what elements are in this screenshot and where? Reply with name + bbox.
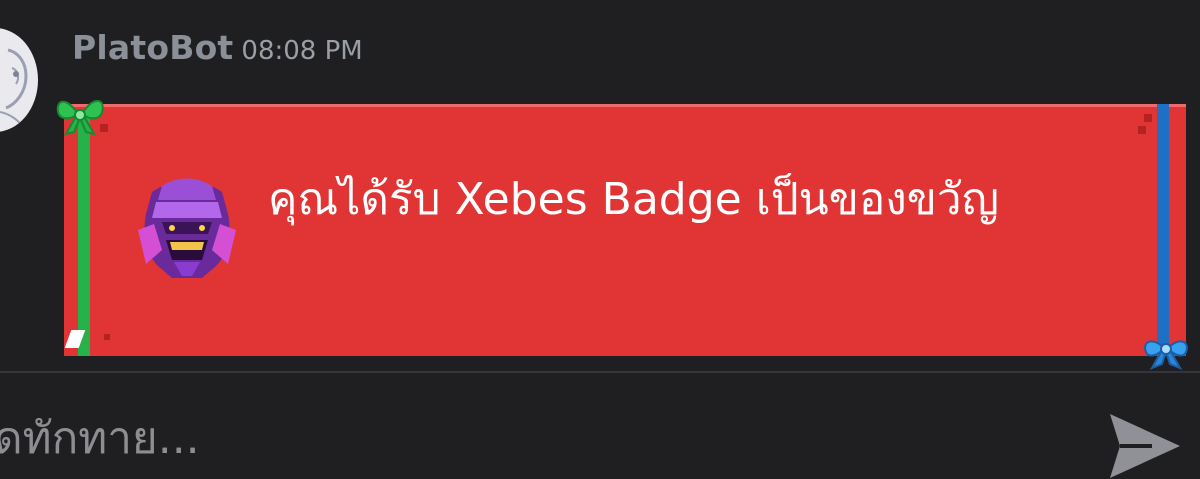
blue-ribbon [1157,104,1169,344]
send-arrow-icon [1110,414,1180,478]
pixel-decoration [1144,114,1152,122]
green-bow-icon [56,100,104,136]
message-header: PlatoBot 08:08 PM [72,28,363,76]
avatar[interactable] [0,28,38,132]
green-ribbon [78,110,90,356]
gift-message-text: คุณได้รับ Xebes Badge เป็นของขวัญ [268,174,1000,225]
pixel-decoration [1138,126,1146,134]
owl-sketch-avatar-icon [0,48,28,127]
send-button[interactable] [1104,408,1184,479]
author-name[interactable]: PlatoBot [72,28,233,67]
chat-screen: PlatoBot 08:08 PM คุณได้รับ Xebes Badge … [0,0,1200,479]
blue-bow-icon [1144,340,1188,370]
xebes-badge-icon [138,178,236,278]
comment-input[interactable] [0,408,1074,468]
message-timestamp: 08:08 PM [241,36,363,66]
divider [0,371,1200,373]
pixel-decoration [104,334,110,340]
